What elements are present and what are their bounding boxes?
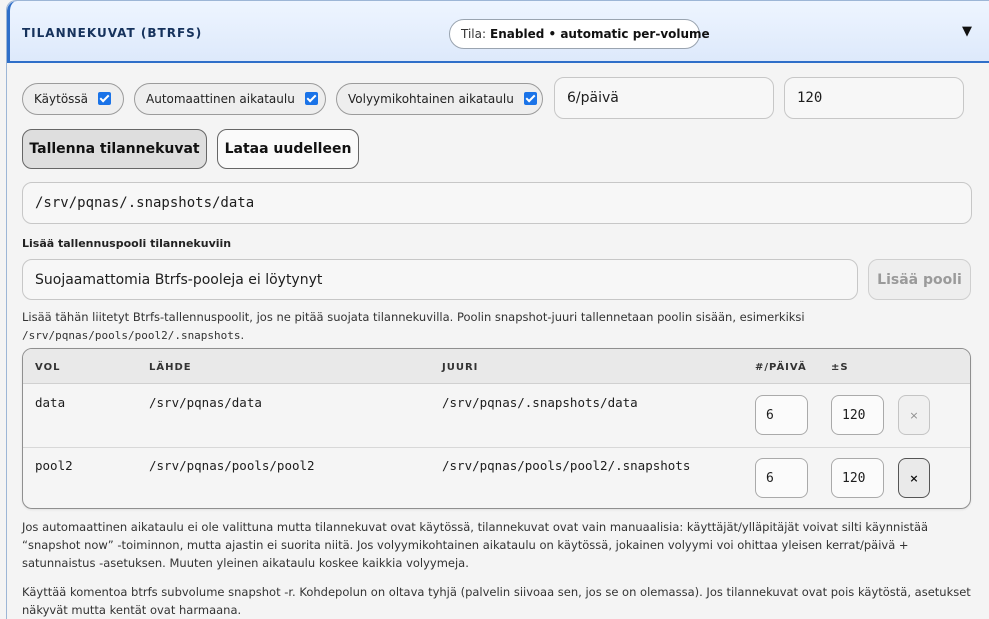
- per-day-input[interactable]: 6/päivä: [554, 77, 774, 119]
- table-row: data /srv/pqnas/data /srv/pqnas/.snapsho…: [23, 385, 970, 447]
- col-per-day: #/PÄIVÄ: [755, 362, 807, 373]
- snapshot-root-value: /srv/pqnas/.snapshots/data: [35, 195, 255, 211]
- row-source: /srv/pqnas/data: [149, 395, 262, 410]
- row-jitter-value: 120: [842, 407, 866, 423]
- checkbox-checked-icon[interactable]: [98, 92, 112, 105]
- row-vol: data: [35, 395, 66, 410]
- per-volume-toggle-label: Volyymikohtainen aikataulu: [348, 92, 514, 106]
- col-vol: VOL: [35, 362, 61, 373]
- pool-help-main: Lisää tähän liitetyt Btrfs-tallennuspool…: [22, 310, 805, 324]
- status-label: Tila:: [461, 27, 487, 41]
- row-per-day-value: 6: [766, 470, 774, 486]
- snapshot-root-input[interactable]: /srv/pqnas/.snapshots/data: [22, 182, 972, 224]
- status-value: Enabled • automatic per-volume: [490, 27, 710, 41]
- table-header: VOL LÄHDE JUURI #/PÄIVÄ ±S: [23, 349, 970, 384]
- col-jitter: ±S: [831, 362, 849, 373]
- table-row: pool2 /srv/pqnas/pools/pool2 /srv/pqnas/…: [23, 447, 970, 508]
- enabled-toggle[interactable]: Käytössä: [22, 83, 124, 115]
- enabled-toggle-label: Käytössä: [34, 92, 89, 106]
- col-source: LÄHDE: [149, 362, 192, 373]
- volumes-table: VOL LÄHDE JUURI #/PÄIVÄ ±S data /srv/pqn…: [22, 348, 971, 509]
- row-jitter-input[interactable]: 120: [831, 458, 884, 498]
- panel-title: TILANNEKUVAT (BTRFS): [22, 26, 203, 40]
- panel-header[interactable]: TILANNEKUVAT (BTRFS) Tila: Enabled • auto…: [7, 1, 989, 63]
- per-volume-toggle[interactable]: Volyymikohtainen aikataulu: [336, 83, 543, 115]
- auto-schedule-toggle-label: Automaattinen aikataulu: [146, 92, 295, 106]
- pool-select-value: Suojaamattomia Btrfs-pooleja ei löytynyt: [35, 271, 323, 288]
- reload-button[interactable]: Lataa uudelleen: [217, 129, 359, 169]
- pool-help-suffix: .: [240, 327, 245, 342]
- row-source: /srv/pqnas/pools/pool2: [149, 458, 315, 473]
- pool-help-code: /srv/pqnas/pools/pool2/.snapshots: [22, 328, 241, 342]
- row-jitter-value: 120: [842, 470, 866, 486]
- col-root: JUURI: [442, 362, 479, 373]
- remove-row-button[interactable]: ×: [898, 458, 930, 498]
- per-day-value: 6/päivä: [567, 90, 619, 106]
- command-help-text: Käyttää komentoa btrfs subvolume snapsho…: [22, 585, 971, 617]
- jitter-input[interactable]: 120: [784, 77, 964, 119]
- row-per-day-input[interactable]: 6: [755, 458, 808, 498]
- snapshots-panel: TILANNEKUVAT (BTRFS) Tila: Enabled • auto…: [6, 0, 989, 619]
- auto-schedule-toggle[interactable]: Automaattinen aikataulu: [134, 83, 326, 115]
- row-root: /srv/pqnas/pools/pool2/.snapshots: [442, 458, 691, 473]
- checkbox-checked-icon[interactable]: [304, 92, 318, 105]
- row-per-day-input[interactable]: 6: [755, 395, 808, 435]
- row-jitter-input[interactable]: 120: [831, 395, 884, 435]
- pool-help-text: Lisää tähän liitetyt Btrfs-tallennuspool…: [22, 309, 972, 345]
- jitter-value: 120: [797, 90, 823, 106]
- schedule-help-text: Jos automaattinen aikataulu ei ole valit…: [22, 520, 929, 570]
- add-pool-section-label: Lisää tallennuspooli tilannekuviin: [22, 237, 232, 250]
- row-vol: pool2: [35, 458, 73, 473]
- add-pool-button[interactable]: Lisää pooli: [868, 259, 971, 300]
- row-per-day-value: 6: [766, 407, 774, 423]
- save-snapshots-button[interactable]: Tallenna tilannekuvat: [22, 129, 207, 169]
- triangle-down-icon[interactable]: ▼: [962, 24, 972, 39]
- row-root: /srv/pqnas/.snapshots/data: [442, 395, 638, 410]
- status-badge: Tila: Enabled • automatic per-volume: [449, 19, 710, 49]
- pool-select[interactable]: Suojaamattomia Btrfs-pooleja ei löytynyt: [22, 259, 858, 300]
- checkbox-checked-icon[interactable]: [523, 92, 537, 105]
- remove-row-button[interactable]: ×: [898, 395, 930, 435]
